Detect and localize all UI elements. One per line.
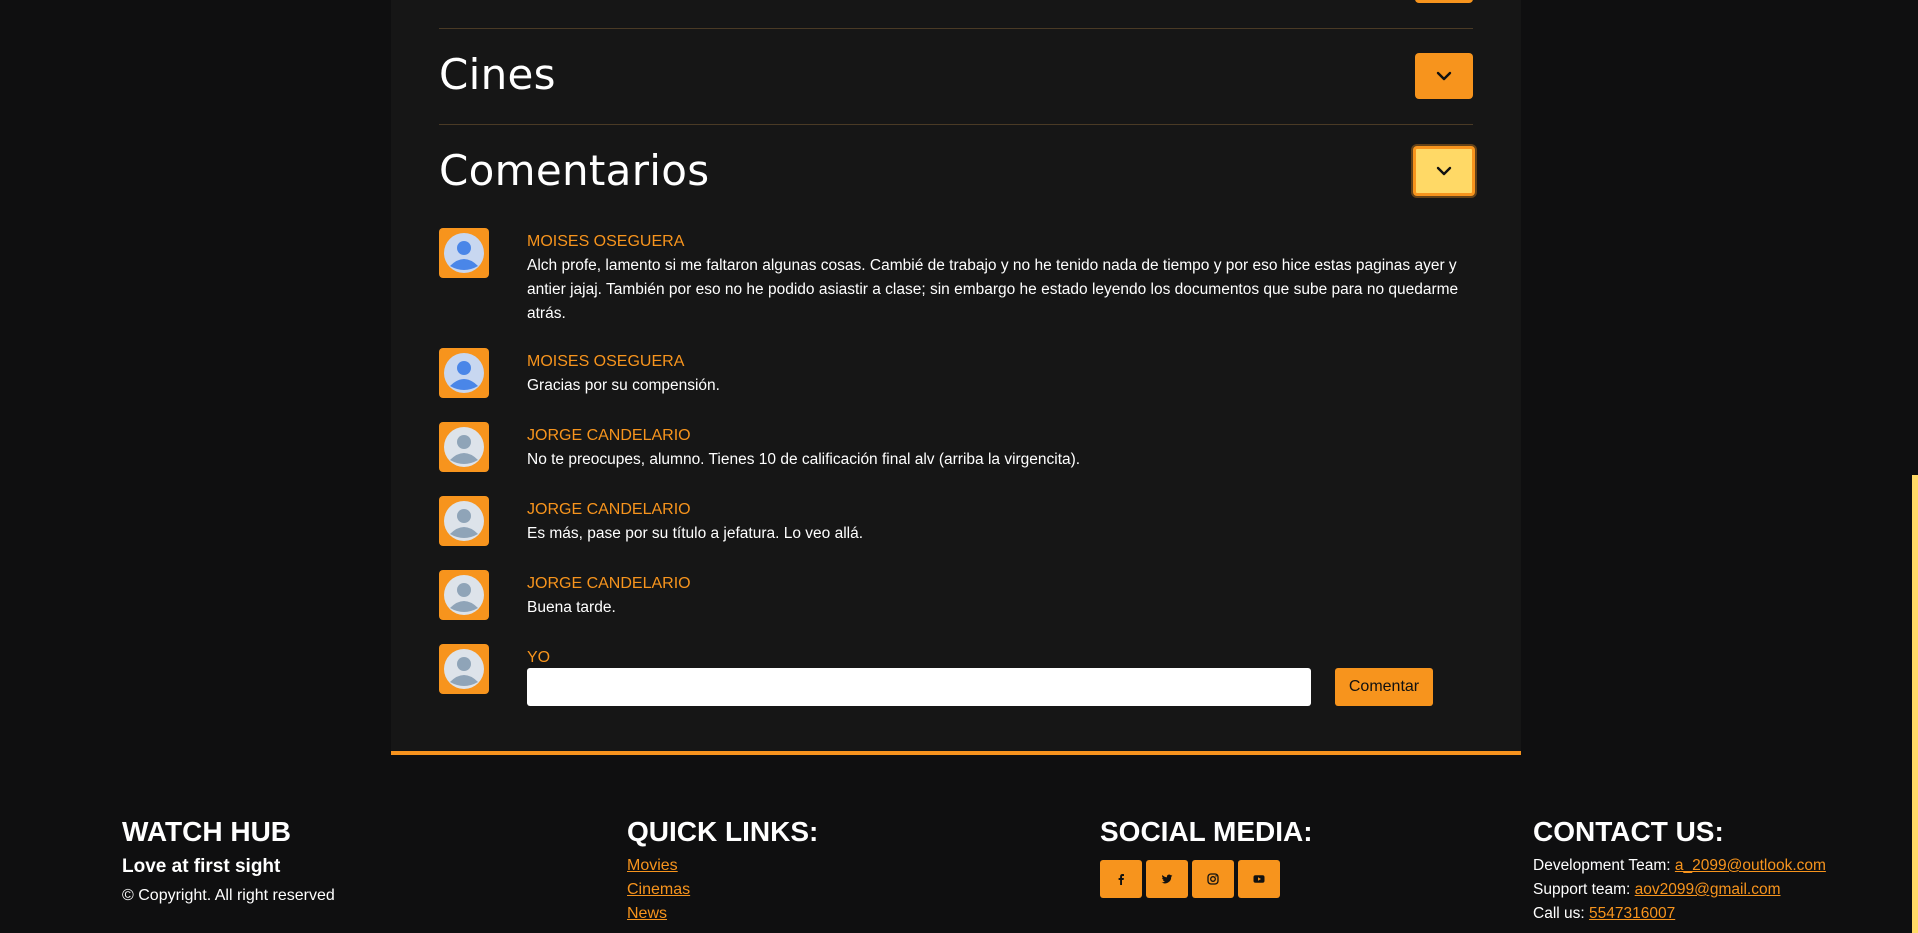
twitter-icon [1161, 874, 1173, 884]
comment-author: MOISES OSEGUERA [527, 233, 685, 250]
footer-link-news[interactable]: News [627, 902, 818, 926]
avatar [439, 644, 489, 694]
cines-toggle-button[interactable] [1415, 53, 1473, 99]
section-divider [439, 124, 1473, 125]
comment-text: Es más, pase por su título a jefatura. L… [527, 525, 864, 542]
user-avatar-gray-icon [444, 501, 484, 541]
chevron-down-icon [1436, 166, 1452, 176]
comment-author: JORGE CANDELARIO [527, 501, 691, 518]
comment-text: Alch profe, lamento si me faltaron algun… [527, 257, 1459, 322]
user-avatar-gray-icon [444, 649, 484, 689]
comment-text: No te preocupes, alumno. Tienes 10 de ca… [527, 451, 1081, 468]
footer-link-cinemas[interactable]: Cinemas [627, 878, 818, 902]
avatar [439, 570, 489, 620]
avatar [439, 228, 489, 278]
user-avatar-gray-icon [444, 427, 484, 467]
twitter-button[interactable] [1146, 860, 1188, 898]
previous-section-toggle-button[interactable] [1415, 0, 1473, 3]
section-divider [439, 28, 1473, 29]
scrollbar-thumb[interactable] [1912, 475, 1918, 933]
facebook-icon [1118, 874, 1124, 885]
footer-tagline: Love at first sight [122, 856, 281, 877]
instagram-button[interactable] [1192, 860, 1234, 898]
phone-link[interactable]: 5547316007 [1589, 905, 1675, 922]
footer-brand-title: WATCH HUB [122, 816, 292, 847]
contact-dev-label: Development Team: [1533, 857, 1671, 874]
contact-call-label: Call us: [1533, 905, 1585, 922]
comment-author: MOISES OSEGUERA [527, 353, 685, 370]
contact-dev-line: Development Team: a_2099@outlook.com [1533, 854, 1826, 878]
avatar [439, 422, 489, 472]
contact-support-line: Support team: aov2099@gmail.com [1533, 878, 1826, 902]
avatar [439, 496, 489, 546]
facebook-button[interactable] [1100, 860, 1142, 898]
contact-heading: CONTACT US: [1533, 816, 1724, 847]
comment-input[interactable] [527, 668, 1311, 706]
comentarios-toggle-button[interactable] [1413, 146, 1475, 196]
avatar [439, 348, 489, 398]
user-avatar-blue-icon [444, 353, 484, 393]
comment-text: Gracias por su compensión. [527, 377, 720, 394]
social-media-heading: SOCIAL MEDIA: [1100, 816, 1313, 847]
chevron-down-icon [1436, 71, 1452, 81]
footer-copyright: © Copyright. All right reserved [122, 887, 335, 904]
comment-text: Buena tarde. [527, 599, 616, 616]
section-title-comentarios: Comentarios [439, 146, 710, 195]
user-avatar-blue-icon [444, 233, 484, 273]
footer-brand: WATCH HUB Love at first sight © Copyrigh… [122, 814, 335, 906]
user-avatar-gray-icon [444, 575, 484, 615]
youtube-button[interactable] [1238, 860, 1280, 898]
current-user-name: YO [527, 649, 551, 666]
contact-phone-line: Call us: 5547316007 [1533, 902, 1826, 926]
contact-support-label: Support team: [1533, 881, 1631, 898]
dev-email-link[interactable]: a_2099@outlook.com [1675, 857, 1826, 874]
comment-author: JORGE CANDELARIO [527, 427, 691, 444]
quick-links-heading: QUICK LINKS: [627, 816, 819, 847]
footer-link-movies[interactable]: Movies [627, 854, 818, 878]
footer-social: SOCIAL MEDIA: [1100, 814, 1313, 898]
comment-submit-button[interactable]: Comentar [1335, 668, 1433, 706]
footer-contact: CONTACT US: Development Team: a_2099@out… [1533, 814, 1826, 926]
instagram-icon [1207, 873, 1219, 885]
section-title-cines: Cines [439, 50, 556, 99]
support-email-link[interactable]: aov2099@gmail.com [1635, 881, 1781, 898]
comment-author: JORGE CANDELARIO [527, 575, 691, 592]
youtube-icon [1253, 875, 1265, 883]
footer-quick-links: QUICK LINKS: Movies Cinemas News [627, 814, 818, 926]
